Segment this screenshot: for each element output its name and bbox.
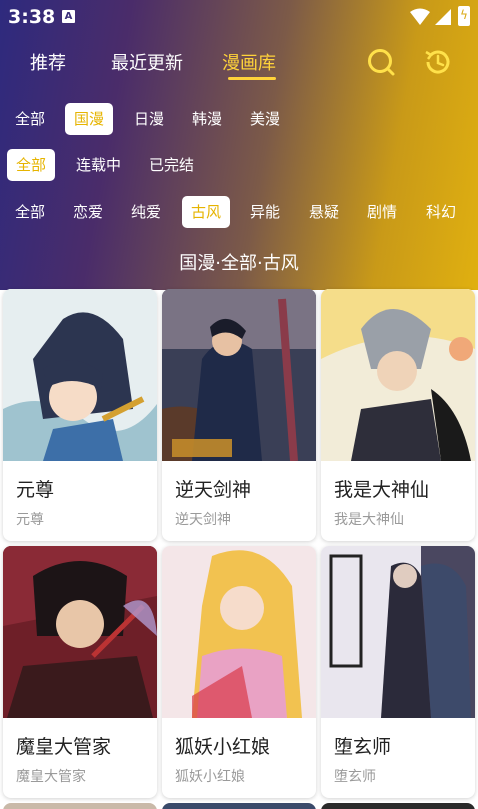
comic-title: 我是大神仙 — [334, 479, 430, 501]
filter-genre-mystery[interactable]: 悬疑 — [309, 196, 339, 228]
battery-icon — [458, 6, 470, 26]
filter-region-guoman[interactable]: 国漫 — [65, 103, 113, 135]
comic-title: 狐妖小红娘 — [175, 736, 271, 758]
comic-cover — [162, 289, 316, 461]
comic-card-partial[interactable] — [162, 803, 316, 809]
filter-genre-all[interactable]: 全部 — [15, 196, 45, 228]
search-icon[interactable] — [366, 47, 396, 77]
tab-recommend[interactable]: 推荐 — [30, 49, 66, 75]
comic-title: 堕玄师 — [334, 736, 392, 758]
notification-a-icon: A — [62, 10, 75, 23]
comic-card-partial[interactable] — [321, 803, 475, 809]
comic-subtitle: 魔皇大管家 — [16, 769, 86, 785]
comic-subtitle: 我是大神仙 — [334, 512, 404, 528]
filter-genre-scifi[interactable]: 科幻 — [426, 196, 456, 228]
filter-genre-ancient[interactable]: 古风 — [182, 196, 230, 228]
comic-cover — [321, 546, 475, 718]
filter-region-all[interactable]: 全部 — [15, 103, 45, 135]
status-time: 3:38 — [8, 6, 56, 28]
filter-genre-drama[interactable]: 剧情 — [367, 196, 397, 228]
comic-card[interactable]: 逆天剑神 逆天剑神 — [162, 289, 316, 541]
wifi-icon — [410, 8, 430, 25]
filter-status-completed[interactable]: 已完结 — [149, 149, 194, 181]
filter-genre-superpower[interactable]: 异能 — [250, 196, 280, 228]
active-tab-indicator — [228, 77, 276, 80]
comic-title: 元尊 — [16, 479, 55, 501]
filter-title: 国漫·全部·古风 — [179, 253, 299, 274]
comic-card[interactable]: 我是大神仙 我是大神仙 — [321, 289, 475, 541]
filter-region-riman[interactable]: 日漫 — [134, 103, 164, 135]
comic-cover — [321, 289, 475, 461]
status-bar: 3:38 A — [0, 0, 478, 34]
tab-comic-library[interactable]: 漫画库 — [222, 49, 276, 75]
comic-cover — [162, 546, 316, 718]
comic-card[interactable]: 堕玄师 堕玄师 — [321, 546, 475, 798]
comic-card[interactable]: 狐妖小红娘 狐妖小红娘 — [162, 546, 316, 798]
comic-title: 魔皇大管家 — [16, 736, 112, 758]
filter-genre-romance[interactable]: 恋爱 — [73, 196, 103, 228]
filter-genre-pure-love[interactable]: 纯爱 — [131, 196, 161, 228]
tab-recent-updates[interactable]: 最近更新 — [111, 49, 183, 75]
comic-cover — [3, 546, 157, 718]
comic-cover — [3, 289, 157, 461]
comic-subtitle: 堕玄师 — [334, 769, 376, 785]
filter-region-hanman[interactable]: 韩漫 — [192, 103, 222, 135]
filter-status-ongoing[interactable]: 连载中 — [76, 149, 121, 181]
comic-title: 逆天剑神 — [175, 479, 252, 501]
comic-card[interactable]: 元尊 元尊 — [3, 289, 157, 541]
history-icon[interactable] — [422, 46, 454, 78]
comic-card-partial[interactable] — [3, 803, 157, 809]
signal-icon — [435, 9, 451, 25]
filter-status-all[interactable]: 全部 — [7, 149, 55, 181]
comic-card[interactable]: 魔皇大管家 魔皇大管家 — [3, 546, 157, 798]
comic-subtitle: 狐妖小红娘 — [175, 769, 245, 785]
comic-subtitle: 元尊 — [16, 512, 44, 528]
comic-subtitle: 逆天剑神 — [175, 512, 231, 528]
header-background — [0, 0, 478, 290]
filter-region-meiman[interactable]: 美漫 — [250, 103, 280, 135]
